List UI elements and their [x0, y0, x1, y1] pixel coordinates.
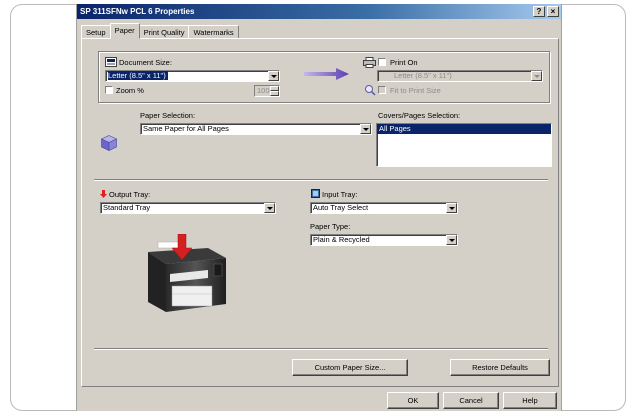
- tab-setup[interactable]: Setup: [81, 25, 111, 39]
- chevron-down-icon[interactable]: [531, 71, 542, 81]
- input-tray-icon: [311, 189, 320, 198]
- separator: [94, 179, 548, 181]
- tab-print-quality[interactable]: Print Quality: [138, 25, 190, 39]
- zoom-value: 100: [257, 86, 270, 95]
- output-tray-value: Standard Tray: [103, 203, 151, 212]
- paper-selection-value: Same Paper for All Pages: [143, 124, 229, 133]
- paper-cube-icon: [101, 135, 117, 151]
- separator: [94, 348, 548, 350]
- zoom-spinner[interactable]: 100: [254, 85, 280, 97]
- print-on-checkbox[interactable]: [378, 58, 386, 66]
- close-button[interactable]: ×: [547, 6, 559, 17]
- tab-paper[interactable]: Paper: [109, 23, 140, 39]
- tab-watermarks[interactable]: Watermarks: [188, 25, 239, 39]
- print-on-select[interactable]: Letter (8.5" x 11"): [377, 70, 543, 82]
- paper-selection-label: Paper Selection:: [140, 111, 196, 120]
- output-tray-select[interactable]: Standard Tray: [100, 202, 276, 214]
- magnifier-icon: [365, 85, 376, 96]
- tab-strip: Setup Paper Print Quality Watermarks: [81, 23, 239, 39]
- document-size-label: Document Size:: [119, 58, 172, 67]
- right-arrow-icon: [304, 68, 349, 80]
- document-size-value: Letter (8.5" x 11"): [108, 71, 168, 80]
- window-title: SP 311SFNw PCL 6 Properties: [80, 7, 195, 16]
- paper-tab-panel: Document Size: Letter (8.5" x 11") Zoom …: [81, 38, 559, 387]
- document-size-select[interactable]: Letter (8.5" x 11"): [105, 70, 280, 82]
- title-bar-buttons: ? ×: [533, 6, 559, 17]
- title-bar: SP 311SFNw PCL 6 Properties ? ×: [77, 4, 561, 19]
- paper-selection-select[interactable]: Same Paper for All Pages: [140, 123, 372, 135]
- zoom-checkbox[interactable]: [105, 86, 113, 94]
- covers-pages-list[interactable]: All Pages: [376, 123, 552, 167]
- chevron-down-icon[interactable]: [446, 235, 457, 245]
- covers-pages-label: Covers/Pages Selection:: [378, 111, 461, 120]
- chevron-down-icon[interactable]: [268, 71, 279, 81]
- chevron-down-icon[interactable]: [264, 203, 275, 213]
- ok-button[interactable]: OK: [387, 392, 439, 409]
- properties-dialog: SP 311SFNw PCL 6 Properties ? × Setup Pa…: [76, 4, 562, 411]
- cancel-button[interactable]: Cancel: [443, 392, 499, 409]
- spin-down-icon[interactable]: [270, 91, 279, 96]
- output-tray-label: Output Tray:: [109, 190, 151, 199]
- custom-paper-size-button[interactable]: Custom Paper Size...: [292, 359, 408, 376]
- paper-type-label: Paper Type:: [310, 222, 351, 231]
- list-item[interactable]: All Pages: [377, 124, 551, 134]
- paper-type-value: Plain & Recycled: [313, 235, 370, 244]
- help-button[interactable]: Help: [503, 392, 557, 409]
- input-tray-value: Auto Tray Select: [313, 203, 369, 212]
- print-on-value: Letter (8.5" x 11"): [394, 71, 452, 80]
- restore-defaults-button[interactable]: Restore Defaults: [450, 359, 550, 376]
- printer-illustration: [148, 234, 226, 312]
- chevron-down-icon[interactable]: [360, 124, 371, 134]
- help-title-button[interactable]: ?: [533, 6, 545, 17]
- input-tray-select[interactable]: Auto Tray Select: [310, 202, 458, 214]
- fit-to-print-size-label: Fit to Print Size: [390, 86, 441, 95]
- input-tray-label: Input Tray:: [322, 190, 358, 199]
- fit-to-print-size-checkbox[interactable]: [378, 86, 386, 94]
- document-size-icon: [105, 57, 117, 67]
- zoom-label: Zoom %: [116, 86, 144, 95]
- printer-icon: [363, 57, 376, 68]
- print-on-label: Print On: [390, 58, 418, 67]
- paper-type-select[interactable]: Plain & Recycled: [310, 234, 458, 246]
- chevron-down-icon[interactable]: [446, 203, 457, 213]
- red-down-arrow-icon: [100, 190, 107, 198]
